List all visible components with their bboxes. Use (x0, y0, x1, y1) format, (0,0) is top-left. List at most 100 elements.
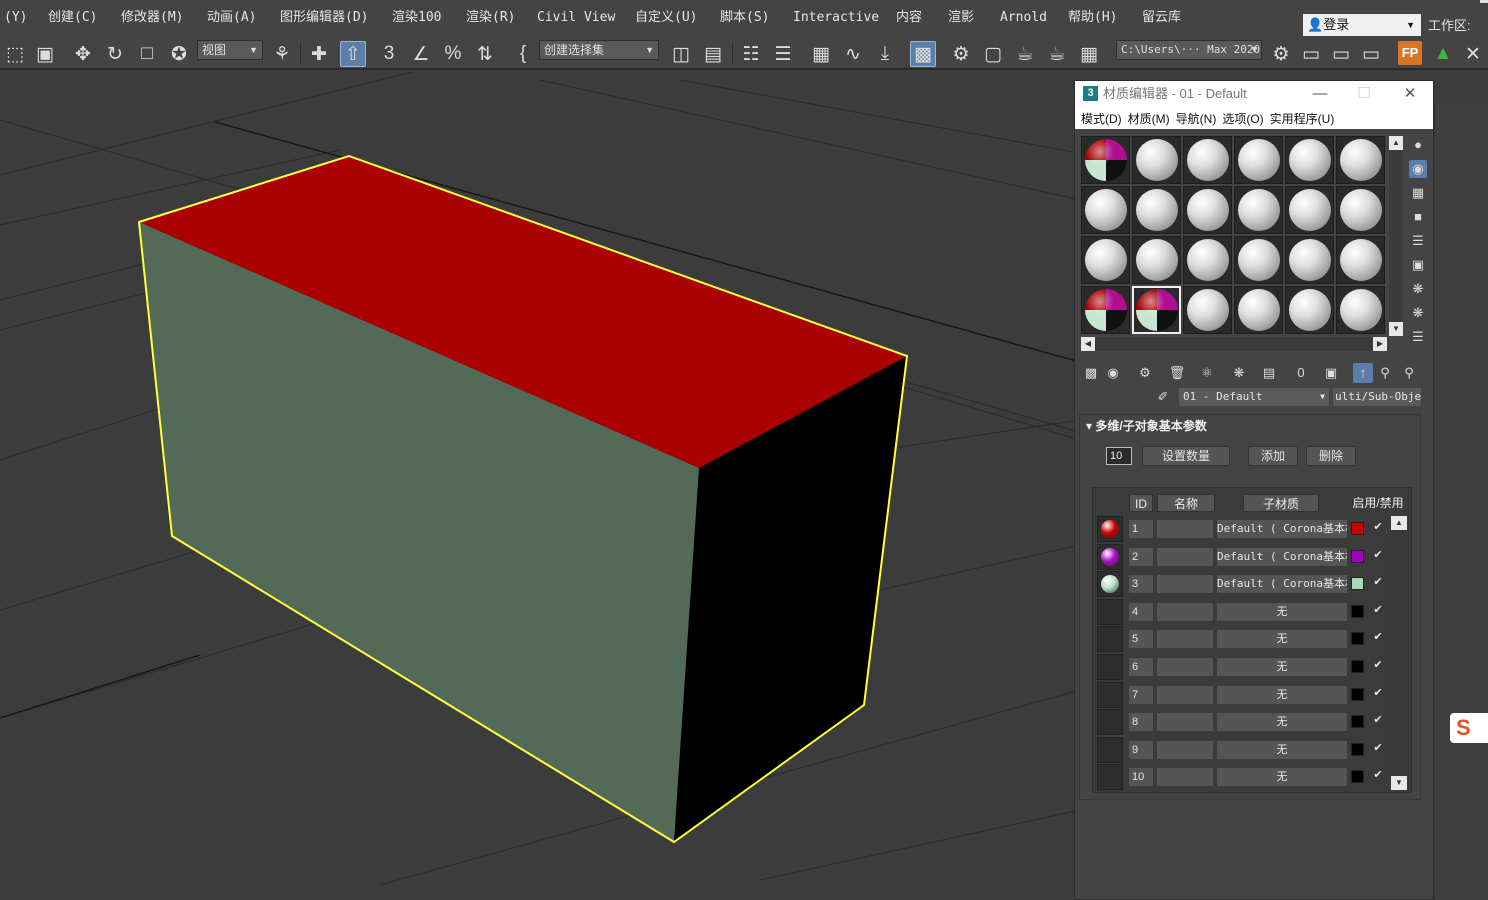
sub-material-id[interactable]: 9 (1129, 740, 1153, 759)
sub-material-button[interactable]: 无 (1217, 740, 1347, 759)
sub-material-button[interactable]: 无 (1217, 768, 1347, 787)
menu-item-content[interactable]: 内容 (896, 0, 922, 36)
sub-material-preview[interactable] (1097, 681, 1123, 708)
menu-material[interactable]: 材质(M) (1122, 110, 1170, 127)
sub-material-color-swatch[interactable] (1351, 577, 1364, 591)
menu-item-arnold[interactable]: Arnold (1000, 0, 1047, 36)
sub-material-name-field[interactable] (1157, 658, 1213, 676)
enable-checkbox[interactable]: ✔ (1371, 713, 1385, 727)
material-sample-slot[interactable] (1183, 136, 1232, 184)
sub-material-name-field[interactable] (1157, 575, 1213, 594)
scroll-right-icon[interactable]: ▶ (1373, 337, 1387, 351)
enable-checkbox[interactable]: ✔ (1371, 768, 1385, 782)
sub-material-button[interactable]: Default ( Corona基本材 (1217, 520, 1347, 538)
sub-material-button[interactable]: 无 (1217, 630, 1347, 649)
material-sample-slot[interactable] (1183, 236, 1232, 284)
menu-item-rendering[interactable]: 渲染(R) (466, 0, 515, 36)
material-editor-titlebar[interactable]: 3 材质编辑器 - 01 - Default — ☐ ✕ (1075, 81, 1433, 107)
material-sample-slot[interactable] (1081, 136, 1130, 184)
forest-plugin-icon[interactable]: ▲ (1430, 41, 1456, 67)
menu-utilities[interactable]: 实用程序(U) (1264, 110, 1335, 127)
material-sample-slot[interactable] (1336, 236, 1385, 284)
render-setup-icon[interactable]: ⚙ (948, 41, 974, 67)
pivot-center-icon[interactable]: ⚘ (269, 41, 295, 67)
sub-material-preview[interactable] (1097, 598, 1123, 625)
sub-material-preview[interactable] (1097, 764, 1123, 791)
column-name[interactable]: 名称 (1157, 494, 1215, 512)
scroll-left-icon[interactable]: ◀ (1081, 337, 1095, 351)
menu-item-y[interactable]: (Y) (4, 0, 27, 36)
sub-material-preview[interactable] (1097, 654, 1123, 680)
window-crossing-icon[interactable]: ▣ (32, 41, 58, 67)
pick-material-from-object-icon[interactable]: ✐ (1153, 387, 1173, 407)
sample-uv-tiling-icon[interactable]: ■ (1409, 208, 1427, 226)
material-type-button[interactable]: ulti/Sub-Objec (1333, 388, 1421, 406)
enable-checkbox[interactable]: ✔ (1371, 741, 1385, 755)
material-sample-slot[interactable] (1234, 236, 1283, 284)
menu-item-render100[interactable]: 渲染100 (392, 0, 441, 36)
sub-material-name-field[interactable] (1157, 685, 1213, 704)
scene-explorer-icon[interactable]: ☷ (738, 41, 764, 67)
sub-material-id[interactable]: 8 (1129, 713, 1153, 732)
material-sample-slot[interactable] (1132, 286, 1181, 334)
scroll-up-icon[interactable]: ▲ (1389, 136, 1403, 150)
sub-material-preview[interactable] (1097, 516, 1123, 542)
sub-material-button[interactable]: 无 (1217, 602, 1347, 621)
material-sample-slot[interactable] (1285, 186, 1334, 234)
backlight-icon[interactable]: ◉ (1409, 160, 1427, 178)
sub-material-color-swatch[interactable] (1351, 742, 1364, 756)
percent-snap-icon[interactable]: % (440, 41, 466, 67)
render-iterative-icon[interactable]: ☕ (1044, 41, 1070, 67)
sub-material-name-field[interactable] (1157, 602, 1213, 621)
link-icon[interactable]: ▭ (1298, 41, 1324, 67)
menu-item-customize[interactable]: 自定义(U) (635, 0, 697, 36)
show-shaded-material-icon[interactable]: ▣ (1321, 363, 1341, 383)
material-sample-slot[interactable] (1234, 186, 1283, 234)
material-sample-slot[interactable] (1132, 186, 1181, 234)
sub-material-id[interactable]: 6 (1129, 658, 1153, 676)
login-dropdown[interactable]: 👤登录 ▼ (1303, 14, 1421, 36)
select-manipulate-icon[interactable]: ✚ (306, 41, 332, 67)
minimize-button[interactable]: — (1303, 81, 1337, 107)
sub-material-id[interactable]: 3 (1129, 575, 1153, 594)
rollout-header[interactable]: ▾ 多维/子对象基本参数 (1080, 415, 1420, 437)
tools-icon[interactable]: ✕ (1460, 41, 1486, 67)
mirror-icon[interactable]: ◫ (668, 41, 694, 67)
menu-item-modifiers[interactable]: 修改器(M) (121, 0, 183, 36)
sub-material-color-swatch[interactable] (1351, 687, 1364, 701)
sub-material-color-swatch[interactable] (1351, 632, 1364, 646)
go-to-parent-icon[interactable]: ⚲ (1375, 363, 1395, 383)
rotate-icon[interactable]: ↻ (102, 41, 128, 67)
sogou-ime-icon[interactable]: S (1450, 713, 1488, 743)
menu-navigation[interactable]: 导航(N) (1170, 110, 1217, 127)
material-sample-slot[interactable] (1285, 136, 1334, 184)
sub-material-color-swatch[interactable] (1351, 549, 1364, 563)
reference-coordinate-dropdown[interactable]: 视图 ▼ (197, 40, 263, 60)
sample-type-icon[interactable]: ● (1409, 136, 1427, 154)
add-button[interactable]: 添加 (1248, 446, 1298, 466)
menu-item-liuyunku[interactable]: 留云库 (1142, 0, 1181, 36)
sub-material-name-field[interactable] (1157, 768, 1213, 787)
options-icon[interactable]: ❋ (1409, 280, 1427, 298)
material-sample-slot[interactable] (1234, 286, 1283, 334)
sub-material-button[interactable]: 无 (1217, 685, 1347, 704)
enable-checkbox[interactable]: ✔ (1371, 658, 1385, 672)
enable-checkbox[interactable]: ✔ (1371, 630, 1385, 644)
close-button[interactable]: ✕ (1393, 81, 1427, 107)
put-material-to-scene-icon[interactable]: ◉ (1103, 363, 1123, 383)
put-to-library-icon[interactable]: ▤ (1259, 363, 1279, 383)
project-folder-dropdown[interactable]: C:\Users\··· Max 2020 ▼ (1116, 40, 1262, 60)
sub-material-color-swatch[interactable] (1351, 604, 1364, 618)
layer-explorer-icon[interactable]: ☰ (770, 41, 796, 67)
menu-item-scripting[interactable]: 脚本(S) (720, 0, 769, 36)
schematic-view-icon[interactable]: ⤓ (872, 41, 898, 67)
sub-material-count-field[interactable]: 10 (1106, 447, 1132, 465)
column-id[interactable]: ID (1129, 494, 1153, 512)
bind-icon[interactable]: ▭ (1358, 41, 1384, 67)
sub-material-name-field[interactable] (1157, 520, 1213, 538)
move-icon[interactable]: ✥ (70, 41, 96, 67)
video-color-check-icon[interactable]: ☰ (1409, 232, 1427, 250)
get-material-icon[interactable]: ▩ (1081, 363, 1101, 383)
material-map-navigator-icon[interactable]: ☰ (1409, 328, 1427, 346)
sub-material-color-swatch[interactable] (1351, 715, 1364, 729)
